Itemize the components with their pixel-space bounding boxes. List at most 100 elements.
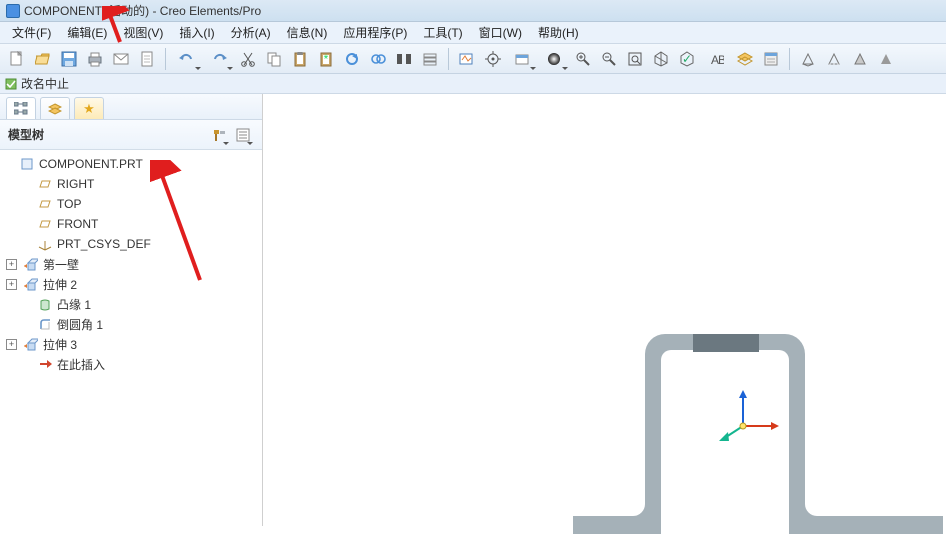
tree-view-icon	[14, 102, 28, 116]
tree-label: 倒圆角 1	[57, 316, 103, 333]
regenerate-button[interactable]	[340, 47, 364, 71]
new-button[interactable]	[5, 47, 29, 71]
zoom-out-button[interactable]	[597, 47, 621, 71]
tab-model-tree[interactable]	[6, 97, 36, 119]
tree-label: TOP	[57, 197, 81, 211]
tree-settings-button[interactable]	[208, 124, 230, 146]
extrude-icon	[23, 256, 39, 272]
menu-file[interactable]: 文件(F)	[4, 22, 59, 43]
copy-button[interactable]	[262, 47, 286, 71]
tree-label: 凸缘 1	[57, 296, 91, 313]
paste-button[interactable]	[288, 47, 312, 71]
extrude-icon	[23, 276, 39, 292]
app-icon	[6, 4, 20, 18]
tree-row[interactable]: RIGHT	[0, 174, 262, 194]
print-button[interactable]	[83, 47, 107, 71]
tree-label: 在此插入	[57, 356, 105, 373]
datum-plane-icon	[37, 216, 53, 232]
saved-orient-button[interactable]: ✓	[675, 47, 699, 71]
chevron-down-icon	[195, 67, 201, 70]
tab-folder[interactable]	[40, 97, 70, 119]
chevron-down-icon	[247, 142, 253, 145]
chevron-down-icon	[562, 67, 568, 70]
repaint-button[interactable]	[455, 47, 479, 71]
tree-row[interactable]: + 第一壁	[0, 254, 262, 274]
regenerate-all-button[interactable]	[366, 47, 390, 71]
chevron-down-icon	[227, 67, 233, 70]
tab-favorite[interactable]: ★	[74, 97, 104, 119]
hammer-icon	[212, 128, 226, 142]
tree-row[interactable]: +拉伸 2	[0, 274, 262, 294]
display-nohidden-button[interactable]	[848, 47, 872, 71]
menu-insert[interactable]: 插入(I)	[171, 22, 222, 43]
zoom-in-button[interactable]	[571, 47, 595, 71]
tree-row[interactable]: FRONT	[0, 214, 262, 234]
tree-row[interactable]: + 拉伸 3	[0, 334, 262, 354]
named-view-button[interactable]	[507, 47, 537, 71]
find-button[interactable]	[392, 47, 416, 71]
tree-row[interactable]: 在此插入	[0, 354, 262, 374]
orient-button[interactable]	[649, 47, 673, 71]
titlebar: COMPONENT (活动的) - Creo Elements/Pro	[0, 0, 946, 22]
window-title: COMPONENT (活动的) - Creo Elements/Pro	[24, 2, 261, 19]
tree-header-label: 模型树	[8, 126, 44, 143]
model-tree-panel: ★ 模型树 COMPONENT.PRT RIGHT TOP FRONT PRT_…	[0, 94, 263, 526]
status-row: 改名中止	[0, 74, 946, 94]
open-button[interactable]	[31, 47, 55, 71]
cut-button[interactable]	[236, 47, 260, 71]
tree-label: COMPONENT.PRT	[39, 157, 143, 171]
menu-tools[interactable]: 工具(T)	[415, 22, 470, 43]
spin-center-button[interactable]	[481, 47, 505, 71]
menu-info[interactable]: 信息(N)	[279, 22, 336, 43]
tree-label: RIGHT	[57, 177, 94, 191]
svg-text:A: A	[711, 53, 719, 67]
tree-label: 第一壁	[43, 256, 79, 273]
tree-label: PRT_CSYS_DEF	[57, 237, 151, 251]
flange-icon	[37, 296, 53, 312]
paste-special-button[interactable]: *	[314, 47, 338, 71]
page-button[interactable]	[135, 47, 159, 71]
menu-window[interactable]: 窗口(W)	[471, 22, 530, 43]
chevron-down-icon	[530, 67, 536, 70]
menu-app[interactable]: 应用程序(P)	[335, 22, 415, 43]
tree-row[interactable]: 凸缘 1	[0, 294, 262, 314]
select-filter-button[interactable]	[418, 47, 442, 71]
save-button[interactable]	[57, 47, 81, 71]
redo-button[interactable]	[204, 47, 234, 71]
status-text: 改名中止	[21, 75, 69, 92]
star-icon: ★	[83, 101, 95, 117]
graphics-viewport[interactable]	[263, 94, 946, 526]
insert-here-icon	[37, 356, 53, 372]
menu-analyze[interactable]: 分析(A)	[223, 22, 279, 43]
menubar: 文件(F) 编辑(E) 视图(V) 插入(I) 分析(A) 信息(N) 应用程序…	[0, 22, 946, 44]
zoom-fit-button[interactable]	[623, 47, 647, 71]
tree-row[interactable]: PRT_CSYS_DEF	[0, 234, 262, 254]
menu-view[interactable]: 视图(V)	[115, 22, 171, 43]
tree-show-button[interactable]	[232, 124, 254, 146]
tree-row[interactable]: 倒圆角 1	[0, 314, 262, 334]
display-wireframe-button[interactable]	[796, 47, 820, 71]
expander-plus[interactable]: +	[6, 259, 17, 270]
display-shaded-button[interactable]	[874, 47, 898, 71]
model-tree[interactable]: COMPONENT.PRT RIGHT TOP FRONT PRT_CSYS_D…	[0, 150, 262, 526]
tree-row[interactable]: TOP	[0, 194, 262, 214]
undo-button[interactable]	[172, 47, 202, 71]
layers-icon	[48, 102, 62, 116]
main-toolbar: * ✓ AB	[0, 44, 946, 74]
list-icon	[236, 128, 250, 142]
email-button[interactable]	[109, 47, 133, 71]
csys-icon	[37, 236, 53, 252]
layers-button[interactable]	[733, 47, 757, 71]
appearance-button[interactable]	[539, 47, 569, 71]
tree-row[interactable]: COMPONENT.PRT	[0, 154, 262, 174]
annotate-button[interactable]: AB	[701, 47, 731, 71]
expander-plus[interactable]: +	[6, 279, 17, 290]
menu-edit[interactable]: 编辑(E)	[59, 22, 115, 43]
menu-help[interactable]: 帮助(H)	[530, 22, 587, 43]
expander-plus[interactable]: +	[6, 339, 17, 350]
display-hidden-button[interactable]	[822, 47, 846, 71]
info-icon	[4, 77, 18, 91]
view-manager-button[interactable]	[759, 47, 783, 71]
tree-label: 拉伸 3	[43, 336, 77, 353]
extrude-icon	[23, 336, 39, 352]
